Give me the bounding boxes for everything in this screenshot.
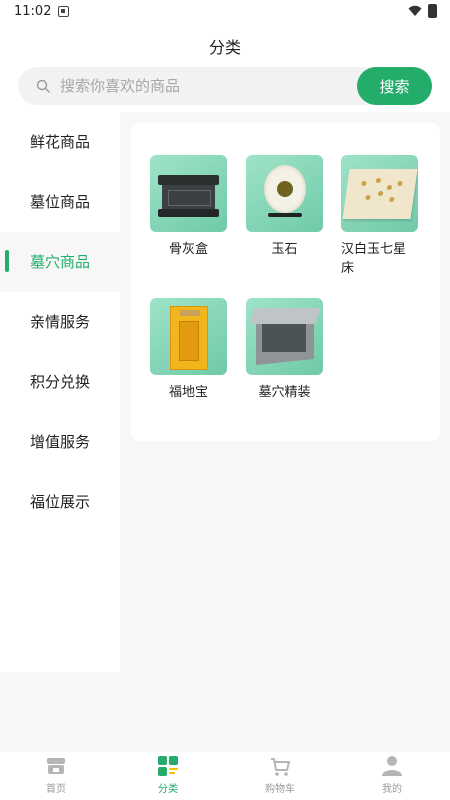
urn-image (150, 155, 227, 232)
product-name: 福地宝 (168, 385, 208, 400)
bag-image (150, 298, 227, 375)
category-sidebar: 鲜花商品 墓位商品 墓穴商品 亲情服务 积分兑换 增值服务 福位展示 (0, 112, 120, 672)
sidebar-item-family-services[interactable]: 亲情服务 (0, 292, 120, 352)
product-name: 墓穴精装 (258, 385, 311, 400)
header: 分类 搜索 (0, 26, 450, 112)
jade-image (246, 155, 323, 232)
sidebar-item-flowers[interactable]: 鲜花商品 (0, 112, 120, 172)
search-button[interactable]: 搜索 (357, 67, 432, 105)
product-item-urn[interactable]: 骨灰盒 (150, 155, 236, 259)
cart-icon (271, 758, 290, 776)
product-name: 玉石 (271, 242, 298, 257)
product-item-stone-bed[interactable]: 汉白玉七星床 (341, 155, 427, 278)
sidebar-item-value-added[interactable]: 增值服务 (0, 412, 120, 472)
home-icon (47, 758, 65, 774)
category-icon (158, 756, 178, 776)
sidebar-item-display[interactable]: 福位展示 (0, 472, 120, 532)
stone-bed-image (341, 155, 418, 232)
product-item-tomb-deluxe[interactable]: 墓穴精装 (246, 298, 332, 402)
search-bar: 搜索 (18, 67, 432, 105)
status-bar: 11:02 (0, 0, 450, 26)
product-content: 骨灰盒 玉石 汉白玉七星床 福地宝 墓穴精装 (120, 112, 450, 668)
tab-label: 首页 (46, 784, 66, 795)
tab-label: 分类 (158, 784, 178, 795)
product-grid: 骨灰盒 玉石 汉白玉七星床 福地宝 墓穴精装 (131, 123, 440, 441)
search-icon (36, 79, 50, 93)
tab-category[interactable]: 分类 (112, 752, 224, 800)
search-input[interactable] (60, 67, 350, 105)
page-title: 分类 (208, 38, 241, 57)
notification-icon (58, 6, 69, 17)
tab-profile[interactable]: 我的 (336, 752, 448, 800)
battery-icon (428, 4, 437, 18)
wifi-icon (408, 5, 422, 16)
tab-cart[interactable]: 购物车 (224, 752, 336, 800)
product-item-fudibao[interactable]: 福地宝 (150, 298, 236, 402)
product-name: 骨灰盒 (168, 242, 208, 257)
product-name: 汉白玉七星床 (341, 242, 407, 276)
sidebar-item-points-exchange[interactable]: 积分兑换 (0, 352, 120, 412)
sidebar-item-tomb-products[interactable]: 墓穴商品 (0, 232, 120, 292)
bottom-tabbar: 首页 分类 购物车 我的 (0, 752, 450, 800)
user-icon (382, 756, 402, 776)
tomb-box-image (246, 298, 323, 375)
product-item-jade[interactable]: 玉石 (246, 155, 332, 259)
tab-home[interactable]: 首页 (0, 752, 112, 800)
sidebar-item-grave-plots[interactable]: 墓位商品 (0, 172, 120, 232)
tab-label: 购物车 (265, 784, 295, 795)
status-time: 11:02 (14, 4, 52, 19)
tab-label: 我的 (382, 784, 402, 795)
